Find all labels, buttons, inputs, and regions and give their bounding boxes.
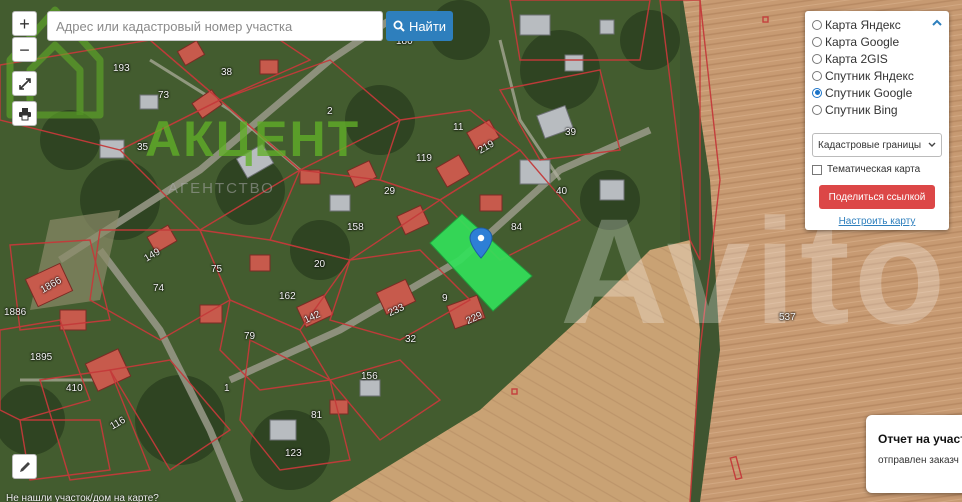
parcel-label: 84 <box>511 222 523 233</box>
layer-option-2gis-map[interactable]: Карта 2GIS <box>812 50 942 67</box>
parcel-label: 29 <box>384 186 396 197</box>
radio-button-selected[interactable] <box>812 87 822 98</box>
layer-option-yandex-satellite[interactable]: Спутник Яндекс <box>812 67 942 84</box>
report-subtitle: отправлен заказч <box>878 455 959 466</box>
parcel-label: 410 <box>66 383 83 394</box>
zoom-out-button[interactable]: − <box>12 37 37 62</box>
layer-option-label: Спутник Яндекс <box>825 68 914 83</box>
layer-option-bing-satellite[interactable]: Спутник Bing <box>812 101 942 118</box>
agency-logo-text: АКЦЕНТ <box>145 111 361 167</box>
search-input[interactable] <box>48 12 382 40</box>
parcel-label: 119 <box>416 153 432 164</box>
report-title: Отчет на участ <box>878 432 962 446</box>
pencil-icon <box>19 461 30 472</box>
search-icon <box>393 20 405 32</box>
parcel-label: 73 <box>158 90 170 101</box>
parcel-label: 81 <box>311 410 323 421</box>
radio-button[interactable] <box>812 19 822 30</box>
radio-button[interactable] <box>812 104 822 115</box>
parcel-label: 79 <box>244 331 256 342</box>
search-box <box>47 11 383 41</box>
parcel-label: 9 <box>442 293 448 304</box>
thematic-map-checkbox[interactable] <box>812 164 822 175</box>
thematic-map-toggle[interactable]: Тематическая карта <box>812 164 942 175</box>
parcel-label: 193 <box>113 63 130 74</box>
parcel-label: 38 <box>221 67 233 78</box>
chevron-up-icon[interactable] <box>932 16 942 30</box>
layer-option-label: Спутник Bing <box>825 102 898 117</box>
layer-option-label: Карта Google <box>825 34 900 49</box>
fullscreen-button[interactable] <box>12 71 37 96</box>
parcel-label: 40 <box>556 186 568 197</box>
printer-icon <box>18 107 31 120</box>
parcel-label: 1895 <box>30 352 53 363</box>
parcel-label: 11 <box>453 122 464 133</box>
parcel-label: 158 <box>347 222 364 233</box>
layer-option-label: Спутник Google <box>825 85 913 100</box>
parcel-label: 75 <box>211 264 223 275</box>
layer-option-yandex-map[interactable]: Карта Яндекс <box>812 16 942 33</box>
map-layers-panel: Карта Яндекс Карта Google Карта 2GIS Спу… <box>805 11 949 230</box>
parcel-label: 123 <box>285 448 302 459</box>
draw-button[interactable] <box>12 454 37 479</box>
parcel-label: 537 <box>779 312 796 323</box>
parcel-label: 1 <box>224 383 230 394</box>
share-link-button[interactable]: Поделиться ссылкой <box>819 185 935 209</box>
parcel-label: 156 <box>361 371 378 382</box>
chevron-down-icon <box>928 142 936 147</box>
parcel-label: 162 <box>279 291 296 302</box>
setup-map-link[interactable]: Настроить карту <box>812 216 942 227</box>
report-popup[interactable]: Отчет на участ отправлен заказч <box>866 415 962 493</box>
radio-button[interactable] <box>812 53 822 64</box>
layer-option-label: Карта 2GIS <box>825 51 888 66</box>
parcel-label: 20 <box>314 259 326 270</box>
search-button-label: Найти <box>408 18 447 34</box>
boundaries-select-value: Кадастровые границы <box>818 139 922 151</box>
radio-button[interactable] <box>812 36 822 47</box>
search-button[interactable]: Найти <box>386 11 453 41</box>
not-found-hint-link[interactable]: Не нашли участок/дом на карте? <box>6 493 159 502</box>
thematic-map-label: Тематическая карта <box>827 164 921 175</box>
expand-icon <box>18 77 31 90</box>
radio-button[interactable] <box>812 70 822 81</box>
parcel-label: 74 <box>153 283 165 294</box>
agency-logo-subtext: АГЕНТСТВО <box>168 180 275 197</box>
parcel-label: 1886 <box>4 307 27 318</box>
parcel-label: 39 <box>565 127 577 138</box>
parcel-label: 32 <box>405 334 417 345</box>
parcel-label: 35 <box>137 142 149 153</box>
boundaries-select[interactable]: Кадастровые границы <box>812 133 942 157</box>
layer-option-google-satellite[interactable]: Спутник Google <box>812 84 942 101</box>
zoom-in-button[interactable]: + <box>12 11 37 36</box>
layer-option-label: Карта Яндекс <box>825 17 901 32</box>
print-button[interactable] <box>12 101 37 126</box>
layer-option-google-map[interactable]: Карта Google <box>812 33 942 50</box>
parcel-label: 2 <box>327 106 333 117</box>
